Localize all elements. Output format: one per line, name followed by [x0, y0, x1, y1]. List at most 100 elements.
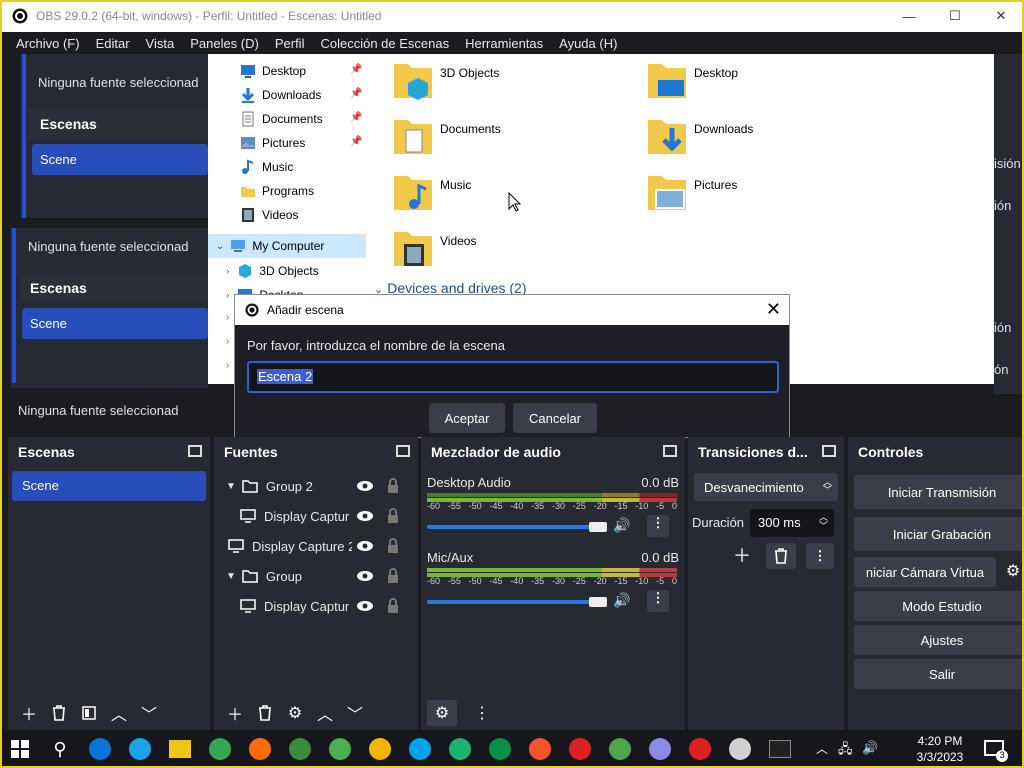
- more-options-icon[interactable]: ⋮: [467, 700, 497, 726]
- add-scene-icon[interactable]: ＋: [14, 700, 44, 726]
- source-row-display-capture-a[interactable]: Display Captur: [214, 501, 414, 531]
- nav-item-programs[interactable]: Programs: [240, 180, 314, 202]
- gear-icon[interactable]: ⚙: [1002, 557, 1024, 587]
- nav-item-videos[interactable]: Videos: [240, 204, 298, 226]
- folder-pictures[interactable]: Pictures: [646, 170, 737, 214]
- nav-item-documents[interactable]: Documents: [240, 108, 323, 130]
- source-row-display-capture-2[interactable]: Display Capture 2: [214, 531, 414, 561]
- gear-icon[interactable]: ⚙: [280, 700, 310, 726]
- more-options-icon[interactable]: ⋮: [647, 515, 669, 537]
- firefox-icon[interactable]: [249, 738, 271, 760]
- close-button[interactable]: ✕: [978, 0, 1024, 32]
- chevron-down-icon[interactable]: ▼: [226, 571, 236, 582]
- edge-icon[interactable]: [89, 738, 111, 760]
- nav-item-pictures[interactable]: Pictures: [240, 132, 305, 154]
- trash-icon[interactable]: [766, 543, 796, 569]
- move-down-icon[interactable]: ﹀: [134, 700, 164, 726]
- file-explorer-icon[interactable]: [169, 740, 191, 758]
- folder-downloads[interactable]: Downloads: [646, 114, 753, 158]
- speaker-icon[interactable]: 🔊: [613, 517, 630, 534]
- start-streaming-button[interactable]: Iniciar Transmisión: [854, 475, 1024, 509]
- exit-button[interactable]: Salir: [854, 659, 1024, 689]
- lock-icon[interactable]: [384, 478, 402, 494]
- accept-button[interactable]: Aceptar: [429, 403, 505, 433]
- edge-beta-icon[interactable]: [409, 738, 431, 760]
- undock-icon[interactable]: [396, 445, 410, 457]
- add-source-icon[interactable]: ＋: [220, 700, 250, 726]
- terminal-icon[interactable]: [769, 740, 791, 758]
- maximize-button[interactable]: ☐: [932, 0, 978, 32]
- edge-canary-icon[interactable]: [489, 738, 511, 760]
- trash-icon[interactable]: [44, 700, 74, 726]
- chevron-down-icon[interactable]: ▼: [226, 481, 236, 492]
- visibility-eye-icon[interactable]: [356, 538, 374, 554]
- move-up-icon[interactable]: ︿: [104, 700, 134, 726]
- visibility-eye-icon[interactable]: [356, 568, 374, 584]
- volume-icon[interactable]: 🔊: [862, 740, 878, 756]
- menu-editar[interactable]: Editar: [96, 36, 130, 51]
- filter-icon[interactable]: [74, 700, 104, 726]
- chrome-canary-icon[interactable]: [369, 738, 391, 760]
- opera-gx-icon[interactable]: [609, 738, 631, 760]
- folder-documents[interactable]: Documents: [392, 114, 501, 158]
- chevron-up-icon[interactable]: ︿: [816, 740, 828, 757]
- studio-mode-button[interactable]: Modo Estudio: [854, 591, 1024, 621]
- cancel-button[interactable]: Cancelar: [513, 403, 597, 433]
- chrome-beta-icon[interactable]: [289, 738, 311, 760]
- edge-dev-icon[interactable]: [449, 738, 471, 760]
- nav-item-3d-objects[interactable]: › 3D Objects: [226, 260, 319, 282]
- chrome-icon[interactable]: [209, 738, 231, 760]
- chevron-right-icon[interactable]: ›: [226, 266, 229, 277]
- more-options-icon[interactable]: ⋮: [647, 590, 669, 612]
- advanced-audio-gear-icon[interactable]: ⚙: [427, 700, 457, 726]
- brave-icon[interactable]: [529, 738, 551, 760]
- undock-icon[interactable]: [822, 445, 836, 457]
- menu-coleccion[interactable]: Colección de Escenas: [320, 36, 449, 51]
- volume-slider-handle[interactable]: [589, 597, 607, 607]
- undock-icon[interactable]: [188, 445, 202, 457]
- tor-browser-icon[interactable]: [649, 738, 671, 760]
- speaker-icon[interactable]: 🔊: [613, 592, 630, 609]
- nav-item-downloads[interactable]: Downloads: [240, 84, 321, 106]
- lock-icon[interactable]: [384, 598, 402, 614]
- chevron-down-icon[interactable]: ⌄: [216, 241, 224, 252]
- chevron-right-icon[interactable]: ›: [226, 312, 229, 323]
- visibility-eye-icon[interactable]: [356, 598, 374, 614]
- folder-videos[interactable]: Videos: [392, 226, 476, 270]
- yandex-icon[interactable]: [689, 738, 711, 760]
- move-down-icon[interactable]: ﹀: [340, 700, 370, 726]
- network-icon[interactable]: 🖧: [838, 740, 853, 762]
- updown-icon[interactable]: ︿ ﹀: [819, 513, 828, 531]
- add-transition-icon[interactable]: ＋: [728, 543, 756, 569]
- nav-item-music[interactable]: Music: [240, 156, 293, 178]
- menu-archivo[interactable]: Archivo (F): [16, 36, 80, 51]
- nav-item-my-computer[interactable]: ⌄ My Computer: [216, 235, 324, 257]
- chrome-dev-icon[interactable]: [329, 738, 351, 760]
- minimize-button[interactable]: —: [886, 0, 932, 32]
- lock-icon[interactable]: [384, 568, 402, 584]
- menu-herramientas[interactable]: Herramientas: [465, 36, 543, 51]
- chevron-right-icon[interactable]: ›: [226, 360, 229, 371]
- volume-slider[interactable]: [427, 525, 597, 529]
- source-row-group[interactable]: ▼ Group: [214, 561, 414, 591]
- scene-list-item[interactable]: Scene: [12, 471, 206, 501]
- move-up-icon[interactable]: ︿: [310, 700, 340, 726]
- lock-icon[interactable]: [384, 508, 402, 524]
- visibility-eye-icon[interactable]: [356, 508, 374, 524]
- chevron-right-icon[interactable]: ›: [226, 336, 229, 347]
- taskbar-clock[interactable]: 4:20 PM 3/3/2023: [900, 733, 980, 765]
- start-recording-button[interactable]: Iniciar Grabación: [854, 517, 1024, 551]
- menu-paneles[interactable]: Paneles (D): [190, 36, 259, 51]
- source-row-group-2[interactable]: ▼ Group 2: [214, 471, 414, 501]
- menu-perfil[interactable]: Perfil: [275, 36, 305, 51]
- volume-slider[interactable]: [427, 600, 597, 604]
- folder-music[interactable]: Music: [392, 170, 471, 214]
- start-virtual-camera-button[interactable]: niciar Cámara Virtua: [854, 557, 996, 587]
- transition-type-select[interactable]: Desvanecimiento ︿ ﹀: [694, 473, 838, 501]
- search-icon[interactable]: ⚲: [40, 730, 80, 768]
- obs-icon[interactable]: [729, 738, 751, 760]
- nav-item-desktop[interactable]: Desktop: [240, 60, 306, 82]
- more-options-icon[interactable]: ⋮: [806, 543, 834, 569]
- menu-vista[interactable]: Vista: [146, 36, 175, 51]
- visibility-eye-icon[interactable]: [356, 478, 374, 494]
